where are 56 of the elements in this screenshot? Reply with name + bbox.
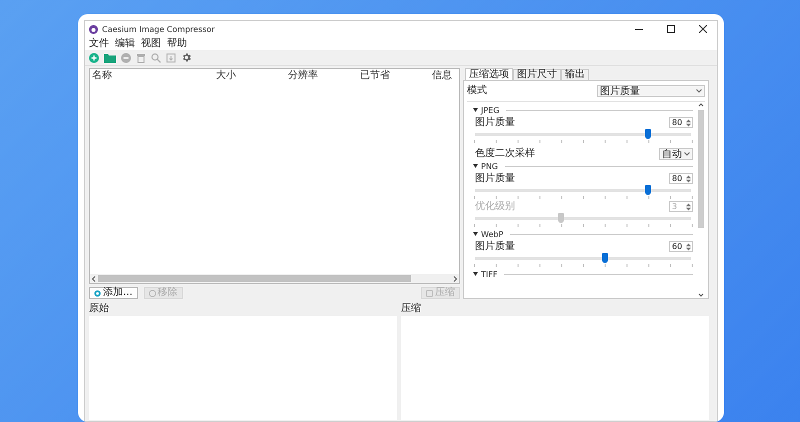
column-header[interactable]: 分辨率 (286, 70, 358, 82)
spin-arrows-icon[interactable] (686, 242, 691, 250)
tab[interactable]: 输出 (561, 69, 589, 80)
number-spinbox[interactable]: 80 (669, 173, 693, 184)
column-header[interactable]: 大小 (214, 70, 286, 82)
chroma-select[interactable]: 自动 (659, 148, 693, 160)
settings-icon[interactable] (181, 52, 192, 63)
setting-label: 图片质量 (475, 116, 515, 128)
scrollbar-thumb[interactable] (98, 275, 411, 282)
preview-label: 原始 (89, 303, 110, 315)
scrollbar-thumb[interactable] (698, 110, 704, 228)
scroll-up-icon[interactable] (698, 102, 704, 108)
section-title: WebP (481, 230, 504, 238)
maximize-icon[interactable] (667, 25, 675, 33)
setting-label: 图片质量 (475, 240, 515, 252)
tab[interactable]: 压缩选项 (465, 68, 513, 80)
column-header[interactable]: 名称 (90, 70, 214, 82)
number-spinbox[interactable]: 80 (669, 117, 693, 128)
mode-label: 模式 (467, 85, 487, 97)
tab[interactable]: 图片尺寸 (513, 69, 561, 80)
section-title: JPEG (481, 106, 500, 114)
mode-select[interactable]: 图片质量 (597, 85, 705, 97)
add-button[interactable]: 添加... (89, 287, 138, 299)
setting-label: 优化级别 (475, 200, 515, 212)
app-logo-icon (89, 24, 98, 34)
spin-arrows-icon[interactable] (686, 202, 691, 210)
setting-label: 色度二次采样 (475, 148, 535, 160)
slider-thumb[interactable] (602, 253, 608, 263)
close-icon[interactable] (699, 25, 707, 33)
menu-item[interactable]: 文件 (89, 38, 109, 50)
preview-label: 压缩 (401, 303, 422, 315)
column-header[interactable]: 已节省 (358, 70, 430, 82)
spin-arrows-icon[interactable] (686, 174, 691, 182)
minimize-icon[interactable] (635, 28, 643, 30)
expand-caret-icon[interactable] (473, 232, 478, 236)
folder-icon[interactable] (104, 52, 116, 62)
expand-caret-icon[interactable] (473, 164, 478, 168)
column-header[interactable]: 信息 (430, 70, 459, 82)
spin-arrows-icon[interactable] (686, 118, 691, 126)
scroll-right-icon[interactable] (451, 274, 459, 282)
setting-label: 图片质量 (475, 172, 515, 184)
slider-thumb[interactable] (644, 185, 651, 195)
scroll-left-icon[interactable] (90, 274, 98, 282)
scroll-down-icon[interactable] (698, 292, 704, 298)
menu-item[interactable]: 视图 (141, 38, 161, 50)
section-title: PNG (481, 162, 498, 170)
window-title: Caesium Image Compressor (102, 24, 216, 34)
expand-caret-icon[interactable] (473, 272, 478, 276)
chevron-down-icon (684, 152, 690, 156)
slider-thumb[interactable] (644, 129, 651, 139)
chevron-down-icon (696, 89, 702, 93)
menu-item[interactable]: 帮助 (167, 38, 187, 50)
number-spinbox[interactable]: 60 (669, 241, 693, 252)
menu-item[interactable]: 编辑 (115, 38, 135, 50)
section-title: TIFF (481, 270, 498, 278)
expand-caret-icon[interactable] (473, 108, 478, 112)
